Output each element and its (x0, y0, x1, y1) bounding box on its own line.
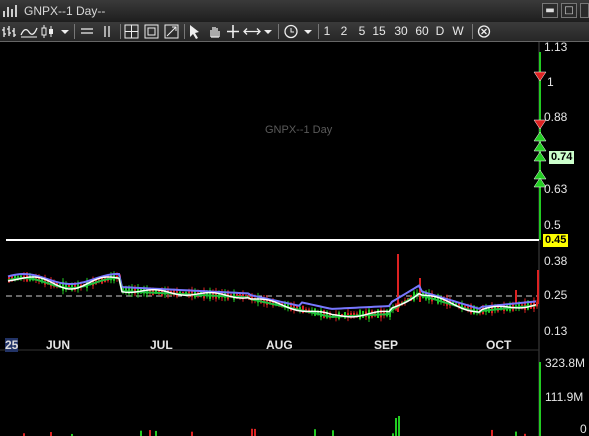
measure-icon[interactable] (243, 24, 261, 39)
volume-tick: 323.8M (545, 356, 586, 370)
sell-arrow-icon (533, 71, 547, 82)
volume-bar (155, 430, 157, 436)
month-label: JUL (150, 338, 173, 352)
volume-bar (398, 416, 400, 436)
month-label: SEP (374, 338, 399, 352)
chart-app-icon (3, 5, 17, 17)
price-chart[interactable]: GNPX--1 Day 1.13 1 0.88 0.74 0.63 0.5 0.… (0, 40, 589, 436)
volume-tick: 111.9M (545, 390, 584, 404)
window-title: GNPX--1 Day-- (24, 4, 106, 18)
price-tick: 0.13 (544, 324, 568, 338)
buy-arrow-icon (533, 151, 547, 162)
hand-pan-icon[interactable] (207, 24, 223, 39)
chevron-down-icon[interactable] (59, 24, 71, 39)
interval-15[interactable]: 15 (371, 24, 387, 39)
buy-arrow-icon (533, 131, 547, 142)
month-label: JUN (46, 338, 71, 352)
volume-bar (191, 431, 193, 436)
volume-bar (395, 418, 397, 436)
price-tick: 0.38 (544, 254, 568, 268)
interval-5[interactable]: 5 (357, 24, 367, 39)
volume-bar (314, 429, 316, 436)
volume-bar (491, 429, 493, 436)
month-label: 25 (5, 338, 19, 352)
ma-fast-line (7, 276, 537, 318)
chevron-down-icon[interactable] (262, 24, 274, 39)
close-button[interactable] (580, 3, 589, 18)
price-tick: 0.5 (544, 218, 561, 232)
title-bar[interactable]: GNPX--1 Day-- ▬ □ (0, 0, 589, 23)
horizontal-lines-icon[interactable] (80, 24, 94, 39)
pointer-icon[interactable] (188, 24, 202, 39)
crosshair-icon[interactable] (226, 24, 240, 39)
line-style-icon[interactable] (20, 24, 38, 39)
chart-watermark: GNPX--1 Day (265, 124, 333, 136)
chart-canvas[interactable] (0, 42, 589, 436)
candle-style-icon[interactable] (40, 24, 58, 39)
vertical-lines-icon[interactable] (100, 24, 114, 39)
month-label: OCT (486, 338, 512, 352)
volume-tick: 0 (580, 422, 587, 436)
price-tick: 1.13 (544, 40, 568, 54)
crosshair-box-icon[interactable] (164, 24, 180, 39)
minimize-button[interactable]: ▬ (542, 3, 558, 18)
volume-bar (50, 432, 52, 436)
volume-bar (515, 431, 517, 436)
chart-toolbar: 1 2 5 15 30 60 D W (0, 22, 589, 42)
layout-grid-icon[interactable] (124, 24, 140, 39)
buy-arrow-icon (533, 141, 547, 152)
cancel-icon[interactable] (477, 24, 491, 39)
volume-bar (149, 430, 151, 436)
volume-bars (23, 416, 526, 436)
interval-30[interactable]: 30 (393, 24, 409, 39)
clock-icon[interactable] (283, 24, 299, 39)
month-label: AUG (266, 338, 293, 352)
price-tick: 0.25 (544, 288, 568, 302)
chevron-down-icon[interactable] (302, 24, 314, 39)
price-tick: 0.88 (544, 110, 568, 124)
restore-button[interactable]: □ (561, 3, 577, 18)
interval-daily[interactable]: D (434, 24, 446, 39)
last-price-tag: 0.74 (549, 151, 575, 164)
volume-bar (140, 430, 142, 436)
current-price-tag: 0.45 (543, 234, 569, 247)
bar-chart-icon[interactable] (2, 24, 18, 39)
interval-1[interactable]: 1 (322, 24, 332, 39)
interval-2[interactable]: 2 (339, 24, 349, 39)
interval-60[interactable]: 60 (414, 24, 430, 39)
interval-weekly[interactable]: W (451, 24, 465, 39)
volume-bar (254, 428, 256, 436)
price-tick: 0.63 (544, 182, 568, 196)
candlestick-series (8, 254, 539, 323)
volume-bar (332, 430, 334, 436)
volume-bar (251, 428, 253, 436)
expand-icon[interactable] (144, 24, 160, 39)
price-tick: 1 (547, 75, 554, 89)
